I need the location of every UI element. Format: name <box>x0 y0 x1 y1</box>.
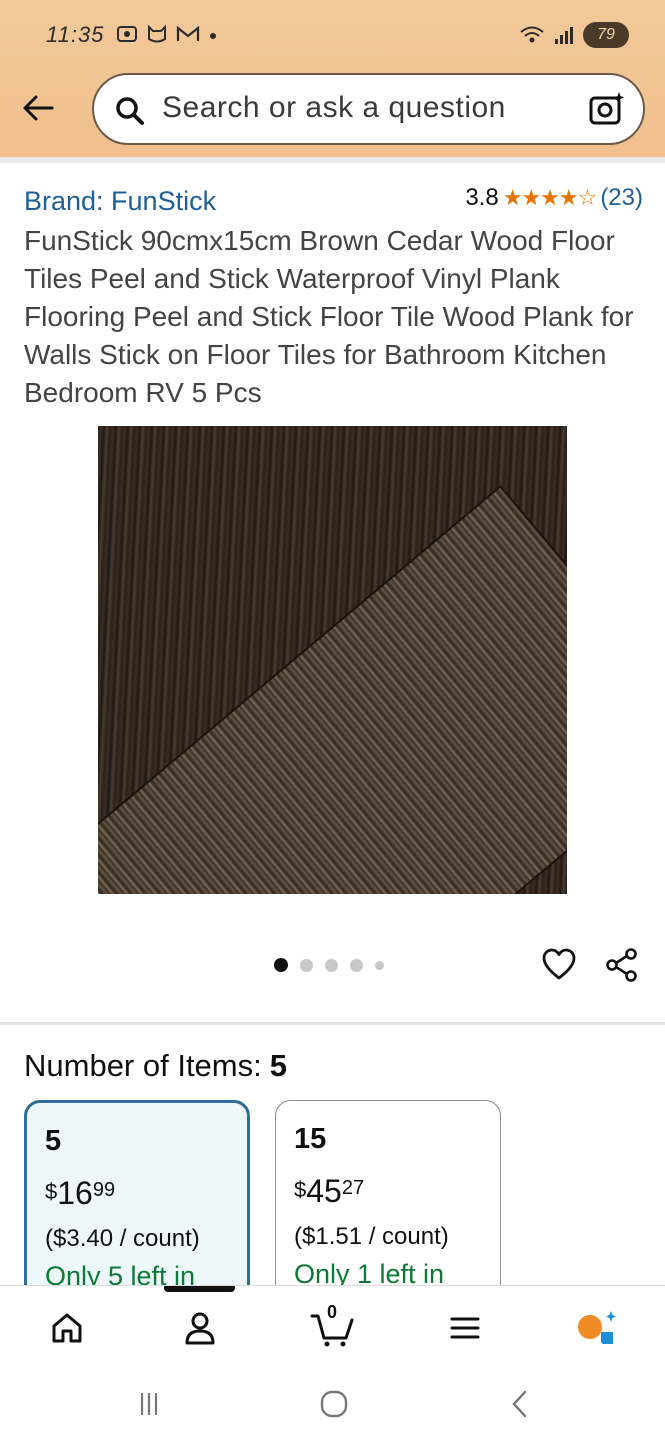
battery-level: 79 <box>597 26 615 43</box>
app-header: 11:35 79 Search or ask a question <box>0 0 665 157</box>
carousel-dot[interactable] <box>350 958 363 972</box>
option-quantity: 5 <box>45 1125 62 1157</box>
carousel-dot[interactable] <box>375 960 384 970</box>
price-whole: 16 <box>57 1175 93 1211</box>
battery-indicator: 79 <box>583 22 629 48</box>
bottom-nav: 0 <box>0 1285 665 1370</box>
nav-account[interactable] <box>178 1306 222 1350</box>
system-back-button[interactable] <box>500 1386 540 1422</box>
rating-summary[interactable]: 3.8 ★★★★☆ (23) <box>465 184 643 212</box>
nav-cart[interactable]: 0 <box>310 1302 354 1350</box>
variant-label: Number of Items: 5 <box>24 1048 287 1084</box>
price-whole: 45 <box>306 1173 342 1209</box>
image-carousel-dots[interactable] <box>274 958 384 972</box>
rating-value: 3.8 <box>465 184 499 211</box>
carousel-dot[interactable] <box>300 958 313 972</box>
search-bar[interactable]: Search or ask a question <box>92 73 645 145</box>
nav-rufus[interactable] <box>575 1306 619 1350</box>
variant-option-15[interactable]: 15 $4527 ($1.51 / count) Only 1 left in <box>275 1100 501 1300</box>
arrow-left-icon <box>23 95 54 121</box>
carousel-dot[interactable] <box>274 958 288 972</box>
price-symbol: $ <box>294 1177 307 1202</box>
cart-count: 0 <box>326 1302 337 1322</box>
menu-icon <box>450 1317 480 1339</box>
heart-icon[interactable] <box>541 947 577 983</box>
price-symbol: $ <box>45 1179 58 1204</box>
more-notifications-icon <box>210 33 216 39</box>
home-circle-icon <box>320 1390 348 1418</box>
price-cents: 99 <box>92 1179 116 1201</box>
status-bar: 11:35 79 <box>0 0 665 70</box>
variant-selected-value: 5 <box>269 1048 287 1083</box>
signal-icon <box>555 27 573 44</box>
back-button[interactable] <box>18 88 58 128</box>
active-tab-indicator <box>164 1286 235 1292</box>
section-divider <box>0 1022 665 1025</box>
product-title: FunStick 90cmx15cm Brown Cedar Wood Floo… <box>24 225 634 408</box>
search-icon <box>116 97 144 125</box>
share-icon[interactable] <box>604 947 640 983</box>
wood-plank-graphic <box>98 487 567 894</box>
home-icon <box>52 1313 82 1343</box>
header-divider <box>0 157 665 163</box>
product-image[interactable] <box>98 426 567 894</box>
user-icon <box>185 1312 215 1345</box>
wifi-icon <box>520 26 544 43</box>
option-quantity: 15 <box>294 1123 327 1155</box>
price-cents: 27 <box>341 1177 365 1199</box>
carousel-dot[interactable] <box>325 958 338 972</box>
option-unit-price: ($1.51 / count) <box>294 1223 449 1250</box>
status-notification-icons <box>116 24 218 44</box>
cat-icon <box>148 24 166 43</box>
search-input[interactable]: Search or ask a question <box>162 91 506 125</box>
nav-home[interactable] <box>45 1306 89 1350</box>
status-time: 11:35 <box>46 22 105 47</box>
option-price: $4527 <box>294 1173 364 1210</box>
gmail-icon <box>176 25 200 41</box>
camera-search-icon[interactable] <box>587 89 627 129</box>
variant-label-text: Number of Items: <box>24 1048 262 1083</box>
variant-option-5[interactable]: 5 $1699 ($3.40 / count) Only 5 left in <box>24 1100 250 1300</box>
star-rating-icon: ★★★★☆ <box>502 185 598 210</box>
brand-link[interactable]: Brand: FunStick <box>24 186 216 217</box>
home-button[interactable] <box>314 1386 354 1422</box>
recent-apps-icon <box>140 1393 158 1415</box>
recent-apps-button[interactable] <box>129 1386 169 1422</box>
rufus-ai-icon <box>578 1311 616 1344</box>
status-system-icons: 79 <box>519 22 629 48</box>
option-price: $1699 <box>45 1175 115 1212</box>
option-unit-price: ($3.40 / count) <box>45 1225 200 1252</box>
system-nav-bar <box>0 1370 665 1440</box>
chevron-left-icon <box>512 1390 527 1418</box>
nav-menu[interactable] <box>443 1306 487 1350</box>
screenshot-icon <box>117 26 137 42</box>
review-count[interactable]: (23) <box>600 184 643 212</box>
